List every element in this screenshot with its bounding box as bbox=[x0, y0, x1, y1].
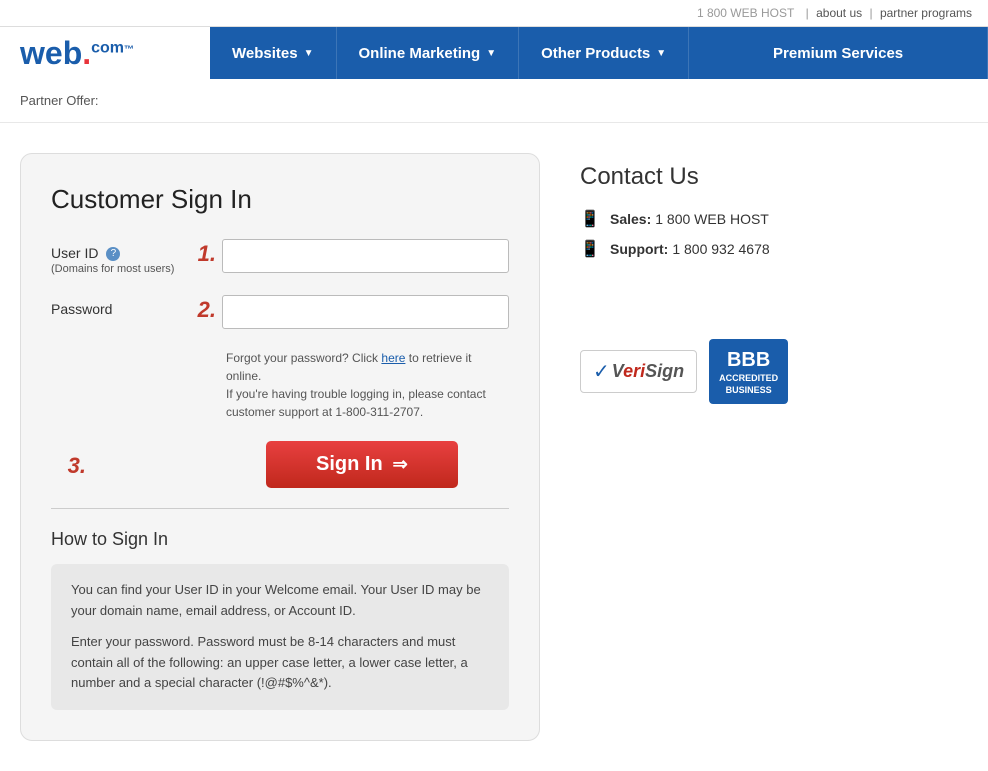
content-wrapper: Partner Offer: Customer Sign In User ID … bbox=[0, 79, 988, 771]
divider bbox=[51, 508, 509, 509]
nav-premium-services-label: Premium Services bbox=[773, 45, 903, 62]
trouble-text: If you're having trouble logging in, ple… bbox=[226, 387, 486, 419]
signin-btn-row: 3. Sign In ⇒ bbox=[51, 441, 509, 488]
help-icon[interactable]: ? bbox=[106, 247, 120, 261]
bbb-accredited: ACCREDITED bbox=[719, 373, 778, 385]
userid-label: User ID bbox=[51, 245, 98, 261]
nav-websites-chevron: ▼ bbox=[304, 48, 314, 59]
forgot-prefix: Forgot your password? Click bbox=[226, 351, 381, 365]
password-label: Password bbox=[51, 301, 112, 317]
sales-label: Sales: bbox=[610, 211, 651, 227]
logo-web: web bbox=[20, 35, 82, 71]
logo-dot: . bbox=[82, 35, 91, 71]
step3-num: 3. bbox=[51, 451, 86, 479]
password-row: Password 2. bbox=[51, 295, 509, 329]
step1-num: 1. bbox=[181, 239, 216, 267]
signin-button-label: Sign In bbox=[316, 453, 383, 476]
verisign-text: VeriSign bbox=[612, 361, 684, 382]
nav-other-products-chevron: ▼ bbox=[656, 48, 666, 59]
nav-premium-services[interactable]: Premium Services bbox=[689, 27, 988, 79]
verisign-badge: ✓ VeriSign bbox=[580, 350, 697, 393]
forgot-password-text: Forgot your password? Click here to retr… bbox=[226, 349, 509, 421]
how-p1: You can find your User ID in your Welcom… bbox=[71, 580, 489, 622]
sales-number: 1 800 WEB HOST bbox=[655, 211, 769, 227]
step2-num: 2. bbox=[181, 295, 216, 323]
separator2: | bbox=[870, 6, 876, 20]
how-box: You can find your User ID in your Welcom… bbox=[51, 564, 509, 710]
userid-sub: (Domains for most users) bbox=[51, 263, 181, 275]
userid-row: User ID ? (Domains for most users) 1. bbox=[51, 239, 509, 275]
logo-com: com bbox=[91, 39, 124, 56]
separator1: | bbox=[806, 6, 812, 20]
verisign-check-icon: ✓ bbox=[593, 359, 610, 384]
sales-row: 📱 Sales: 1 800 WEB HOST bbox=[580, 209, 968, 229]
nav-websites-label: Websites bbox=[232, 45, 298, 62]
how-p2: Enter your password. Password must be 8-… bbox=[71, 632, 489, 694]
forgot-link[interactable]: here bbox=[381, 351, 405, 365]
userid-input[interactable] bbox=[222, 239, 509, 273]
right-panel: Contact Us 📱 Sales: 1 800 WEB HOST 📱 Sup… bbox=[580, 153, 968, 741]
signin-card: Customer Sign In User ID ? (Domains for … bbox=[20, 153, 540, 741]
password-label-area: Password bbox=[51, 295, 181, 317]
phone-icon-support: 📱 bbox=[580, 239, 600, 259]
bbb-business: BUSINESS bbox=[719, 385, 778, 397]
support-label: Support: bbox=[610, 241, 668, 257]
contact-title: Contact Us bbox=[580, 163, 968, 191]
how-title: How to Sign In bbox=[51, 529, 509, 550]
userid-label-area: User ID ? (Domains for most users) bbox=[51, 239, 181, 275]
nav-online-marketing[interactable]: Online Marketing ▼ bbox=[337, 27, 520, 79]
main-nav: Websites ▼ Online Marketing ▼ Other Prod… bbox=[210, 27, 988, 79]
badges-area: ✓ VeriSign BBB ACCREDITED BUSINESS bbox=[580, 339, 968, 404]
logo[interactable]: web.com™ bbox=[20, 37, 134, 69]
logo-tm: ™ bbox=[124, 44, 134, 55]
support-row: 📱 Support: 1 800 932 4678 bbox=[580, 239, 968, 259]
logo-area: web.com™ bbox=[0, 27, 210, 79]
signin-button[interactable]: Sign In ⇒ bbox=[266, 441, 458, 488]
partner-offer-label: Partner Offer: bbox=[20, 93, 99, 108]
nav-other-products-label: Other Products bbox=[541, 45, 650, 62]
main-content: Customer Sign In User ID ? (Domains for … bbox=[0, 123, 988, 771]
bbb-logo: BBB bbox=[719, 347, 778, 373]
partner-link[interactable]: partner programs bbox=[880, 6, 972, 20]
nav-online-marketing-label: Online Marketing bbox=[359, 45, 481, 62]
top-bar: 1 800 WEB HOST | about us | partner prog… bbox=[0, 0, 988, 27]
password-input[interactable] bbox=[222, 295, 509, 329]
nav-other-products[interactable]: Other Products ▼ bbox=[519, 27, 689, 79]
signin-title: Customer Sign In bbox=[51, 184, 509, 215]
partner-offer: Partner Offer: bbox=[0, 79, 988, 123]
bbb-badge: BBB ACCREDITED BUSINESS bbox=[709, 339, 788, 404]
nav-online-marketing-chevron: ▼ bbox=[486, 48, 496, 59]
header: web.com™ Websites ▼ Online Marketing ▼ O… bbox=[0, 27, 988, 79]
support-number: 1 800 932 4678 bbox=[672, 241, 769, 257]
nav-websites[interactable]: Websites ▼ bbox=[210, 27, 337, 79]
phone-number: 1 800 WEB HOST bbox=[697, 6, 794, 20]
about-link[interactable]: about us bbox=[816, 6, 862, 20]
signin-arrow-icon: ⇒ bbox=[393, 454, 408, 475]
phone-icon-sales: 📱 bbox=[580, 209, 600, 229]
